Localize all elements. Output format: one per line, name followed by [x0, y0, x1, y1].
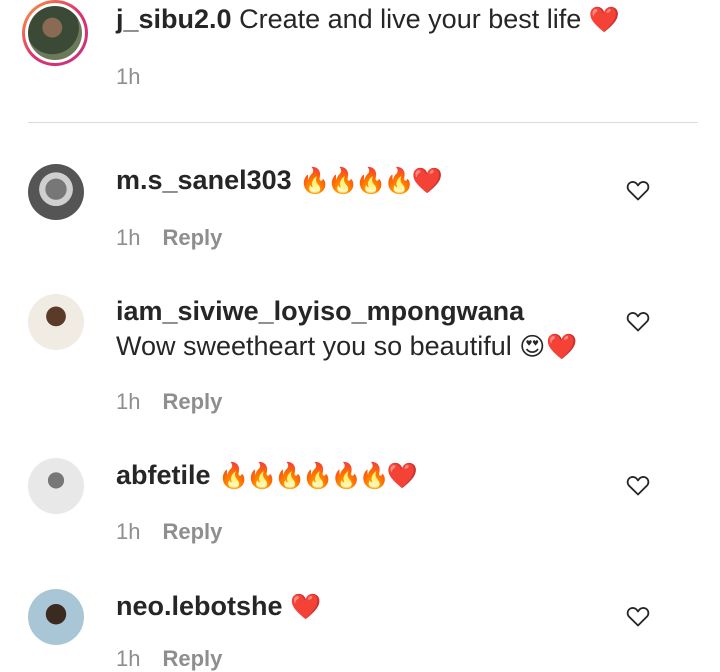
- comment-username[interactable]: iam_siviwe_loyiso_mpongwana: [116, 296, 524, 326]
- caption-username[interactable]: j_sibu2.0: [116, 4, 232, 34]
- heart-outline-icon[interactable]: [626, 605, 650, 627]
- comment-text-block: abfetile 🔥🔥🔥🔥🔥🔥❤️: [116, 458, 606, 494]
- comment-emoji: 🔥🔥🔥🔥🔥🔥❤️: [218, 462, 418, 490]
- comment-time: 1h: [116, 519, 141, 544]
- comment-text-block: neo.lebotshe ❤️: [116, 589, 606, 625]
- caption-text-block: j_sibu2.0 Create and live your best life…: [116, 2, 686, 38]
- reply-button[interactable]: Reply: [162, 225, 222, 250]
- avatar-photo: [28, 6, 82, 60]
- heart-outline-icon[interactable]: [626, 179, 650, 201]
- comment-time: 1h: [116, 389, 141, 414]
- caption-avatar[interactable]: [22, 0, 88, 66]
- divider: [28, 122, 698, 123]
- caption-emoji: ❤️: [588, 6, 620, 34]
- comment-meta: 1h Reply: [116, 646, 222, 672]
- comment-emoji: 😍 ❤️: [519, 333, 577, 361]
- comment-username[interactable]: m.s_sanel303: [116, 165, 292, 195]
- comment-text: Wow sweetheart you so beautiful: [116, 331, 512, 361]
- caption-time: 1h: [116, 64, 141, 89]
- caption-meta: 1h: [116, 64, 140, 90]
- post-caption: j_sibu2.0 Create and live your best life…: [0, 0, 720, 122]
- comment-username[interactable]: neo.lebotshe: [116, 591, 283, 621]
- avatar[interactable]: [28, 589, 84, 645]
- comment-text-block: iam_siviwe_loyiso_mpongwana Wow sweethea…: [116, 294, 586, 365]
- heart-outline-icon[interactable]: [626, 474, 650, 496]
- comment-text-block: m.s_sanel303 🔥🔥🔥🔥❤️: [116, 163, 606, 199]
- avatar[interactable]: [28, 164, 84, 220]
- comment-emoji: ❤️: [290, 593, 321, 621]
- heart-outline-icon[interactable]: [626, 310, 650, 332]
- reply-button[interactable]: Reply: [162, 646, 222, 671]
- comment-time: 1h: [116, 225, 141, 250]
- comment-meta: 1h Reply: [116, 225, 222, 251]
- reply-button[interactable]: Reply: [162, 389, 222, 414]
- comment-meta: 1h Reply: [116, 519, 222, 545]
- avatar[interactable]: [28, 294, 84, 350]
- reply-button[interactable]: Reply: [162, 519, 222, 544]
- comment-username[interactable]: abfetile: [116, 460, 211, 490]
- avatar[interactable]: [28, 458, 84, 514]
- comment-meta: 1h Reply: [116, 389, 222, 415]
- caption-text: Create and live your best life: [239, 4, 582, 34]
- comment-time: 1h: [116, 646, 141, 671]
- comment-emoji: 🔥🔥🔥🔥❤️: [299, 167, 443, 195]
